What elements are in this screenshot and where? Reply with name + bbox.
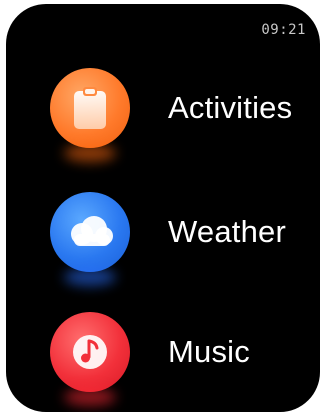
menu-item-activities[interactable]: Activities: [50, 66, 292, 150]
menu-label-weather: Weather: [168, 214, 286, 249]
weather-app-icon[interactable]: [50, 192, 130, 272]
watch-screen: 09:21 Activities Weather Music: [6, 4, 320, 412]
music-note-icon: [73, 335, 107, 369]
clipboard-icon: [74, 87, 106, 129]
cloud-icon: [71, 216, 113, 246]
menu-item-weather[interactable]: Weather: [50, 190, 286, 274]
activities-app-icon[interactable]: [50, 68, 130, 148]
app-menu: Activities Weather Music: [6, 4, 320, 412]
menu-label-activities: Activities: [168, 90, 293, 125]
menu-label-music: Music: [168, 334, 250, 369]
music-app-icon[interactable]: [50, 312, 130, 392]
menu-item-music[interactable]: Music: [50, 310, 250, 394]
